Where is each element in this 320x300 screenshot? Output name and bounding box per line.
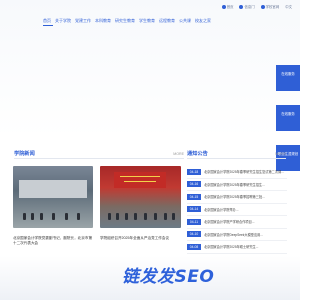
notices-divider bbox=[187, 158, 286, 159]
news-caption-1[interactable]: 北京国家会计学院党委副书记、副院长，北京市第十二次代表大会 bbox=[13, 236, 93, 246]
school-icon bbox=[260, 4, 265, 9]
notices-title: 通知公告 bbox=[187, 151, 208, 157]
notice-date: 04-16 bbox=[187, 181, 201, 188]
notice-date: 04-18 bbox=[187, 168, 201, 175]
notice-text[interactable]: 北京国家会计学院2025年硕士研究生... bbox=[204, 244, 286, 249]
side-tab-online-service[interactable]: 在线服务 bbox=[276, 65, 300, 91]
figure bbox=[144, 213, 147, 220]
news-more-link[interactable]: MORE bbox=[173, 152, 184, 156]
notice-date: 04-14 bbox=[187, 206, 201, 213]
nav-party[interactable]: 党建工作 bbox=[75, 18, 91, 24]
news-header: 学院新闻 MORE bbox=[14, 150, 184, 157]
notice-text[interactable]: 北京国家会计学院举办... bbox=[204, 207, 286, 212]
utility-bar: 首页 信息门 学校官网 中文 bbox=[221, 4, 292, 9]
notice-text[interactable]: 北京国家会计学院2025年春季研究生招生... bbox=[204, 182, 286, 187]
notice-item[interactable]: 04-18 北京国家会计学院2025年春季研究生招生复试第二次调剂... bbox=[187, 166, 287, 179]
figure bbox=[108, 213, 111, 220]
portal-icon bbox=[239, 4, 244, 9]
banner-text-line bbox=[120, 176, 160, 178]
nav-student[interactable]: 学生教育 bbox=[139, 18, 155, 24]
banner-text-line bbox=[124, 181, 156, 183]
figure bbox=[23, 213, 26, 220]
nav-graduate[interactable]: 研究生教育 bbox=[115, 18, 135, 24]
home-icon bbox=[221, 4, 226, 9]
notice-item[interactable]: 04-14 北京国家会计学院举办... bbox=[187, 204, 287, 216]
watermark: 链发发SEO bbox=[122, 267, 215, 287]
notice-item[interactable]: 04-10 北京国家会计学院DeepSeek大模型应用... bbox=[187, 229, 287, 241]
notice-text[interactable]: 北京国家会计学院产学研合作项目... bbox=[204, 219, 286, 224]
figure bbox=[65, 213, 68, 220]
figure bbox=[116, 213, 119, 220]
notice-item[interactable]: 04-16 北京国家会计学院2025年春季研究生招生... bbox=[187, 179, 287, 191]
notice-date: 04-10 bbox=[187, 231, 201, 238]
notice-text[interactable]: 北京国家会计学院2025年春季研究生招生复试第二次调剂... bbox=[204, 169, 286, 174]
meeting-banner bbox=[114, 172, 166, 188]
notice-item[interactable]: 04-11 北京国家会计学院产学研合作项目... bbox=[187, 216, 287, 229]
utility-link-portal[interactable]: 信息门 bbox=[239, 4, 255, 9]
news-divider bbox=[14, 158, 184, 159]
nav-active-indicator bbox=[43, 25, 53, 26]
notice-date: 04-15 bbox=[187, 193, 201, 200]
nav-home[interactable]: 首页 bbox=[43, 18, 51, 24]
notices-header: 通知公告 MORE bbox=[187, 150, 286, 157]
notice-item[interactable]: 04-15 北京国家会计学院2025年春季招聘第三批... bbox=[187, 191, 287, 204]
utility-link-home[interactable]: 首页 bbox=[221, 4, 233, 9]
notice-text[interactable]: 北京国家会计学院2025年春季招聘第三批... bbox=[204, 194, 286, 199]
notice-list: 04-18 北京国家会计学院2025年春季研究生招生复试第二次调剂... 04-1… bbox=[187, 166, 287, 266]
news-title: 学院新闻 bbox=[14, 151, 35, 157]
building-wall bbox=[19, 180, 87, 198]
notice-item[interactable]: 04-08 北京国家会计学院2025年硕士研究生... bbox=[187, 241, 287, 254]
figure bbox=[77, 213, 80, 220]
side-tab-online-service-2[interactable]: 在线服务 bbox=[276, 105, 300, 131]
notices-more-link[interactable]: MORE bbox=[275, 152, 286, 156]
nav-about[interactable]: 关于学院 bbox=[55, 18, 71, 24]
notice-date: 04-11 bbox=[187, 218, 201, 225]
figure bbox=[134, 213, 137, 220]
figure bbox=[52, 213, 55, 220]
nav-undergrad[interactable]: 本科教育 bbox=[95, 18, 111, 24]
utility-link-lang[interactable]: 中文 bbox=[285, 4, 292, 9]
figure bbox=[125, 213, 128, 220]
figure bbox=[154, 213, 157, 220]
nav-public[interactable]: 公共课 bbox=[179, 18, 191, 24]
notice-text[interactable]: 北京国家会计学院DeepSeek大模型应用... bbox=[204, 232, 286, 237]
news-caption-2[interactable]: 学院组织召开2025年全面从严治党工作会议 bbox=[100, 236, 182, 241]
utility-link-school[interactable]: 学校官网 bbox=[260, 4, 279, 9]
figure bbox=[172, 213, 175, 220]
figure bbox=[40, 213, 43, 220]
notice-date: 04-08 bbox=[187, 243, 201, 250]
figure bbox=[164, 213, 167, 220]
nav-alumni[interactable]: 校友之家 bbox=[195, 18, 211, 24]
figure bbox=[31, 213, 34, 220]
news-photo-2[interactable] bbox=[100, 166, 181, 228]
nav-remote[interactable]: 远程教育 bbox=[159, 18, 175, 24]
news-photo-1[interactable] bbox=[13, 166, 93, 228]
main-nav: 首页 关于学院 党建工作 本科教育 研究生教育 学生教育 远程教育 公共课 校友… bbox=[43, 18, 211, 24]
